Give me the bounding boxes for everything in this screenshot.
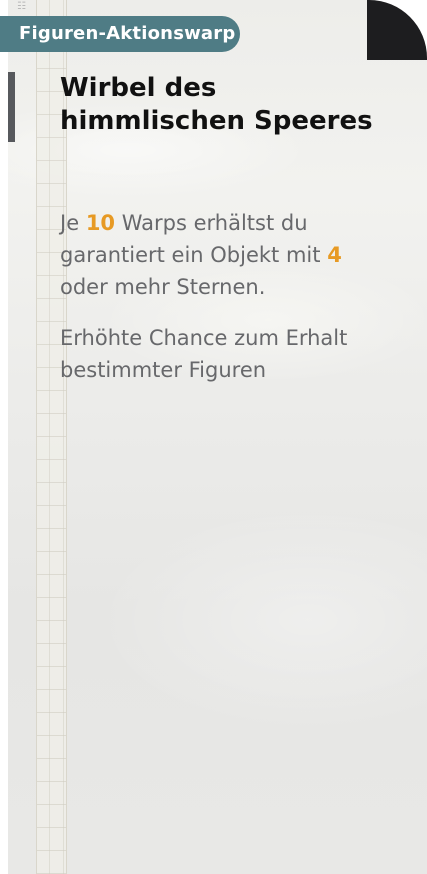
rate-up-description: Erhöhte Chance zum Erhalt bestimmter Fig… (60, 326, 348, 382)
banner-title: Wirbel des himmlischen Speeres (60, 72, 400, 138)
banner-title-line-1: Wirbel des (60, 73, 217, 103)
border-line-left (36, 0, 37, 874)
guarantee-suffix: oder mehr Sternen. (60, 275, 266, 299)
corner-overlay (367, 0, 427, 60)
guarantee-prefix: Je (60, 211, 80, 235)
banner-type-label: Figuren-Aktionswarp (19, 23, 236, 44)
banner-type-tag: Figuren-Aktionswarp (0, 16, 240, 52)
title-accent-bar (8, 72, 15, 142)
guarantee-star-count: 4 (327, 243, 342, 267)
guarantee-description: Je 10 Warps erhältst du garantiert ein O… (60, 207, 410, 303)
list-icon[interactable]: ☷ (17, 2, 26, 12)
banner-title-line-2: himmlischen Speeres (60, 106, 373, 136)
guarantee-warp-count: 10 (85, 211, 116, 235)
